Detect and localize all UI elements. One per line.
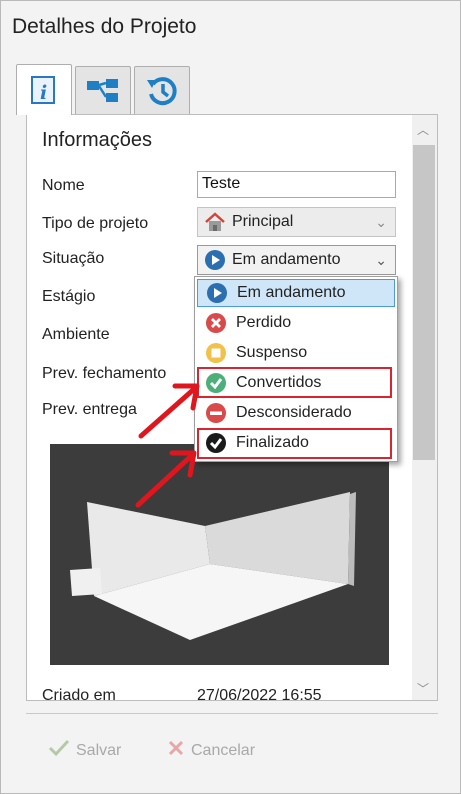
option-convertidos[interactable]: Convertidos bbox=[197, 369, 395, 397]
scrollbar-thumb[interactable] bbox=[413, 145, 435, 460]
tipo-select[interactable]: Principal ⌄ bbox=[197, 207, 396, 237]
tab-info[interactable]: i bbox=[16, 64, 72, 115]
house-icon bbox=[204, 211, 226, 233]
option-label: Finalizado bbox=[236, 434, 309, 451]
label-prev-entrega: Prev. entrega bbox=[42, 401, 137, 418]
play-icon bbox=[204, 249, 226, 271]
arrow-to-finalizado-icon bbox=[135, 450, 197, 508]
save-button[interactable]: Salvar bbox=[48, 739, 121, 762]
option-label: Convertidos bbox=[236, 374, 322, 391]
tab-structure[interactable] bbox=[75, 66, 131, 115]
x-circle-icon bbox=[205, 312, 227, 334]
play-icon bbox=[206, 282, 228, 304]
situacao-dropdown-list: Em andamento Perdido Suspenso Convertido… bbox=[194, 276, 398, 462]
pause-icon bbox=[205, 342, 227, 364]
x-icon bbox=[167, 739, 185, 762]
option-label: Em andamento bbox=[237, 284, 346, 301]
chevron-down-icon: ⌄ bbox=[375, 214, 387, 230]
window-title: Detalhes do Projeto bbox=[12, 15, 197, 38]
info-icon: i bbox=[29, 75, 59, 105]
option-em-andamento[interactable]: Em andamento bbox=[197, 279, 395, 307]
section-title: Informações bbox=[42, 129, 153, 151]
label-tipo: Tipo de projeto bbox=[42, 215, 149, 232]
label-nome: Nome bbox=[42, 177, 85, 194]
tipo-value: Principal bbox=[232, 213, 294, 230]
label-estagio: Estágio bbox=[42, 288, 96, 305]
project-details-window: Detalhes do Projeto i Informações Nome T… bbox=[0, 0, 461, 794]
option-perdido[interactable]: Perdido bbox=[197, 309, 395, 337]
nome-input[interactable]: Teste bbox=[197, 171, 396, 198]
tab-history[interactable] bbox=[134, 66, 190, 115]
label-situacao: Situação bbox=[42, 250, 105, 267]
option-label: Suspenso bbox=[236, 344, 308, 361]
check-icon bbox=[48, 739, 70, 762]
save-label: Salvar bbox=[76, 741, 122, 759]
option-finalizado[interactable]: Finalizado bbox=[197, 429, 395, 457]
situacao-value: Em andamento bbox=[232, 251, 341, 268]
svg-text:i: i bbox=[40, 82, 47, 104]
hierarchy-icon bbox=[85, 76, 121, 106]
project-3d-preview[interactable] bbox=[50, 444, 389, 665]
scroll-up-icon[interactable]: ︿ bbox=[417, 121, 429, 138]
label-criado: Criado em bbox=[42, 687, 116, 701]
cancel-label: Cancelar bbox=[191, 741, 256, 759]
arrow-to-convertidos-icon bbox=[138, 383, 200, 439]
option-label: Perdido bbox=[236, 314, 292, 331]
label-ambiente: Ambiente bbox=[42, 326, 110, 343]
option-desconsiderado[interactable]: Desconsiderado bbox=[197, 399, 395, 427]
option-label: Desconsiderado bbox=[236, 404, 352, 421]
history-icon bbox=[145, 74, 179, 108]
chevron-down-icon: ⌄ bbox=[375, 252, 387, 268]
footer-separator bbox=[26, 713, 438, 714]
situacao-select[interactable]: Em andamento ⌄ bbox=[197, 245, 396, 275]
cancel-button[interactable]: Cancelar bbox=[167, 739, 255, 762]
scroll-down-icon[interactable]: ﹀ bbox=[417, 680, 429, 697]
criado-value: 27/06/2022 16:55 bbox=[197, 687, 322, 701]
option-suspenso[interactable]: Suspenso bbox=[197, 339, 395, 367]
